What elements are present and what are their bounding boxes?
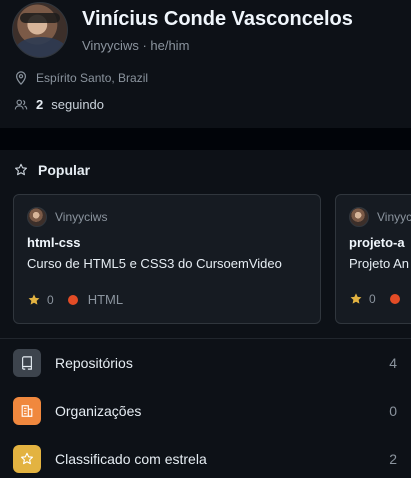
repo-icon: [13, 349, 41, 377]
menu-item-repositories[interactable]: Repositórios 4: [0, 339, 411, 387]
location-icon: [16, 71, 26, 85]
menu-item-starred[interactable]: Classificado com estrela 2: [0, 435, 411, 478]
popular-header: Popular: [14, 162, 90, 178]
star-count: 0: [47, 292, 54, 307]
menu-count: 2: [389, 451, 397, 467]
language-color-dot: [389, 294, 400, 304]
language-name: HTML: [87, 292, 124, 307]
owner-name: Vinyyciws: [55, 210, 108, 224]
star-filled-icon: [350, 293, 362, 304]
profile-header: Vinícius Conde Vasconcelos Vinyyciws · h…: [0, 0, 411, 128]
repo-name[interactable]: projeto-a: [349, 235, 405, 250]
following-label: seguindo: [51, 97, 105, 112]
owner-avatar: [349, 207, 369, 227]
menu-label: Organizações: [55, 403, 142, 419]
menu-count: 0: [389, 403, 397, 419]
menu-label: Classificado com estrela: [55, 451, 207, 467]
star-count: 0: [369, 292, 376, 306]
organization-icon: [13, 397, 41, 425]
popular-title: Popular: [38, 162, 91, 178]
star-icon: [13, 445, 41, 473]
repo-name[interactable]: html-css: [27, 235, 80, 250]
repo-description: Curso de HTML5 e CSS3 do CursoemVideo: [27, 256, 282, 271]
following-row[interactable]: 2 seguindo: [14, 97, 104, 112]
avatar[interactable]: [12, 2, 68, 58]
star-filled-icon: [28, 293, 40, 305]
repo-stats: 0 HTML: [27, 292, 123, 307]
repo-owner: Vinyyciws: [349, 207, 411, 227]
location-row: Espírito Santo, Brazil: [14, 71, 148, 85]
repo-card[interactable]: Vinyyciws html-css Curso de HTML5 e CSS3…: [13, 194, 321, 324]
language-color-dot: [67, 294, 78, 305]
repo-card[interactable]: Vinyyciws projeto-a Projeto An 0: [335, 194, 411, 324]
menu-count: 4: [389, 355, 397, 371]
repo-owner: Vinyyciws: [27, 207, 107, 227]
people-icon: [14, 99, 28, 109]
following-count: 2: [36, 97, 44, 112]
profile-menu: Repositórios 4 Organizações 0 Classifica…: [0, 339, 411, 478]
profile-name: Vinícius Conde Vasconcelos: [82, 8, 353, 30]
repo-description: Projeto An: [349, 256, 409, 271]
menu-item-organizations[interactable]: Organizações 0: [0, 387, 411, 435]
owner-name: Vinyyciws: [377, 210, 411, 224]
profile-handle: Vinyyciws · he/him: [82, 38, 190, 53]
section-divider: [0, 128, 411, 150]
popular-section: Popular Vinyyciws html-css Curso de HTML…: [0, 150, 411, 338]
location-text: Espírito Santo, Brazil: [36, 71, 149, 85]
repo-stats: 0: [349, 292, 400, 306]
menu-label: Repositórios: [55, 355, 133, 371]
star-outline-icon: [15, 163, 27, 176]
owner-avatar: [27, 207, 47, 227]
